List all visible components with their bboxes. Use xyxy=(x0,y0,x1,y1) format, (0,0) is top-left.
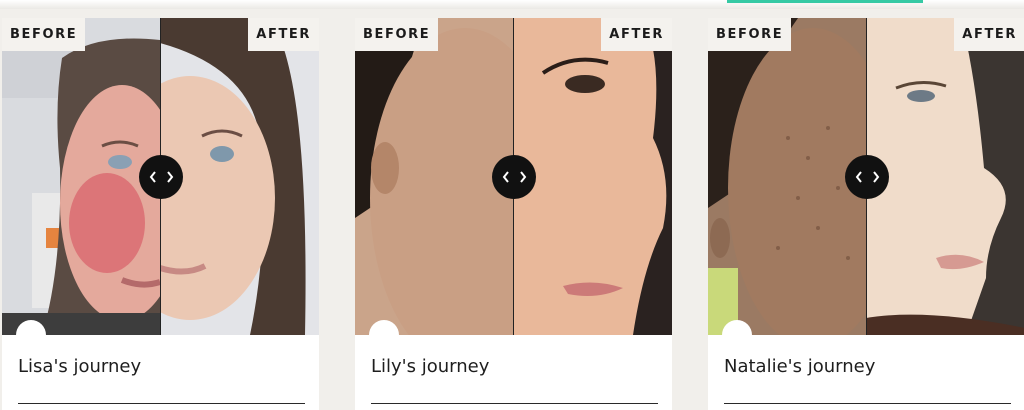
after-label: AFTER xyxy=(601,18,672,51)
chevron-left-icon xyxy=(855,171,862,183)
journey-card-natalie[interactable]: BEFORE AFTER Natalie's journey xyxy=(708,18,1024,410)
slider-handle[interactable] xyxy=(492,155,536,199)
after-photo xyxy=(513,18,672,335)
before-label: BEFORE xyxy=(708,18,792,51)
card-title[interactable]: Natalie's journey xyxy=(724,356,875,377)
after-photo xyxy=(160,18,319,335)
chevron-right-icon xyxy=(166,171,173,183)
chevron-right-icon xyxy=(872,171,879,183)
indicator-dot xyxy=(16,320,46,350)
chevron-right-icon xyxy=(519,171,526,183)
slider-handle[interactable] xyxy=(845,155,889,199)
before-label: BEFORE xyxy=(355,18,439,51)
after-photo xyxy=(866,18,1024,335)
indicator-dot xyxy=(722,320,752,350)
journey-card-lily[interactable]: BEFORE AFTER Lily's journey xyxy=(355,18,672,410)
chevron-left-icon xyxy=(149,171,156,183)
card-divider-line xyxy=(18,403,305,404)
before-photo xyxy=(2,18,160,335)
before-photo xyxy=(355,18,513,335)
card-title[interactable]: Lisa's journey xyxy=(18,356,141,377)
before-photo xyxy=(708,18,866,335)
card-divider-line xyxy=(724,403,1011,404)
after-label: AFTER xyxy=(954,18,1024,51)
header-accent-bar xyxy=(727,0,923,3)
after-label: AFTER xyxy=(248,18,319,51)
before-label: BEFORE xyxy=(2,18,86,51)
chevron-left-icon xyxy=(502,171,509,183)
slider-handle[interactable] xyxy=(139,155,183,199)
card-title[interactable]: Lily's journey xyxy=(371,356,489,377)
indicator-dot xyxy=(369,320,399,350)
before-after-comparison[interactable]: BEFORE AFTER xyxy=(2,18,319,335)
card-divider-line xyxy=(371,403,658,404)
before-after-comparison[interactable]: BEFORE AFTER xyxy=(708,18,1024,335)
journey-card-lisa[interactable]: BEFORE AFTER Lisa's journey xyxy=(2,18,319,410)
before-after-comparison[interactable]: BEFORE AFTER xyxy=(355,18,672,335)
